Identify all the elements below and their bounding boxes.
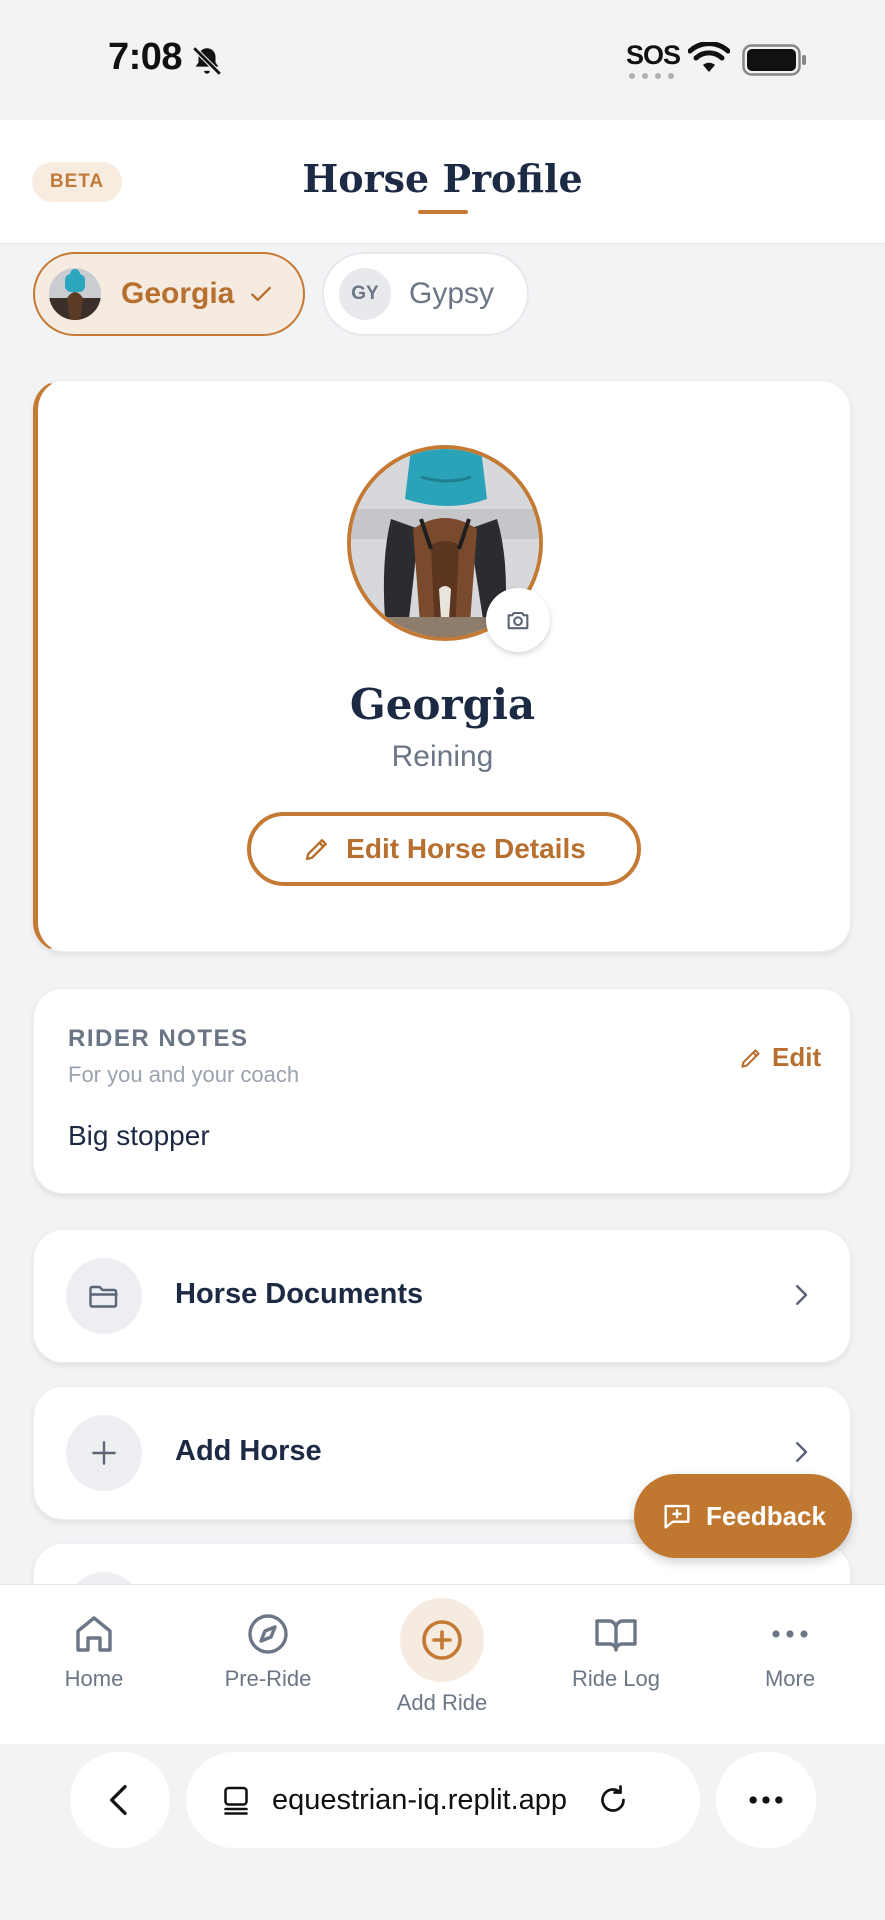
rider-notes-title: RIDER NOTES (68, 1025, 249, 1052)
nav-pre-ride-label: Pre-Ride (224, 1666, 312, 1691)
horse-chip-georgia[interactable]: Georgia (33, 252, 305, 336)
edit-horse-details-button[interactable]: Edit Horse Details (247, 812, 641, 886)
browser-back-button[interactable] (70, 1752, 170, 1848)
horse-documents-row[interactable]: Horse Documents (33, 1229, 851, 1363)
horse-documents-label: Horse Documents (175, 1278, 424, 1310)
add-circle-icon (422, 1620, 462, 1660)
nav-add-ride[interactable]: Add Ride (372, 1598, 512, 1716)
title-underline (418, 210, 468, 214)
nav-more[interactable]: More (720, 1610, 860, 1692)
pencil-icon (741, 1048, 760, 1068)
edit-notes-label: Edit (772, 1042, 822, 1072)
signal-dots-icon (629, 73, 674, 79)
nav-home-label: Home (64, 1666, 124, 1691)
rider-notes-text: Big stopper (68, 1120, 210, 1151)
battery-icon (742, 44, 806, 76)
tab-overview-icon (224, 1786, 248, 1815)
add-ride-circle (400, 1598, 484, 1682)
edit-notes-button[interactable]: Edit (738, 1042, 821, 1073)
folder-icon (66, 1258, 142, 1334)
address-bar[interactable]: equestrian-iq.replit.app (186, 1752, 700, 1848)
chevron-right-icon (796, 1285, 808, 1305)
plus-icon (66, 1415, 142, 1491)
status-time: 7:08 (108, 36, 183, 78)
silent-bell-icon (192, 46, 222, 76)
rider-notes-subtitle: For you and your coach (68, 1062, 300, 1087)
browser-menu-button[interactable] (716, 1752, 816, 1848)
url-text: equestrian-iq.replit.app (272, 1783, 568, 1816)
reload-icon[interactable] (595, 1782, 631, 1818)
feedback-icon (664, 1504, 690, 1529)
feedback-button[interactable]: Feedback (634, 1474, 852, 1558)
status-carrier: SOS (626, 40, 681, 70)
feedback-label: Feedback (706, 1500, 826, 1531)
horse-chip-label: Georgia (121, 277, 235, 310)
horse-avatar (49, 268, 101, 320)
horse-discipline: Reining (391, 740, 494, 773)
home-icon (76, 1616, 112, 1652)
compass-icon (248, 1614, 288, 1654)
page-title: Horse Profile (302, 156, 583, 201)
more-icon (749, 1796, 783, 1804)
add-horse-label: Add Horse (175, 1435, 322, 1467)
change-photo-button[interactable] (486, 588, 550, 652)
wifi-icon (688, 42, 730, 72)
nav-home[interactable]: Home (24, 1610, 164, 1692)
nav-ride-log[interactable]: Ride Log (546, 1610, 686, 1692)
more-icon (772, 1630, 808, 1638)
check-icon (251, 286, 272, 302)
pencil-icon (305, 839, 328, 861)
chevron-right-icon (796, 1442, 808, 1462)
horse-initials-avatar: GY (337, 266, 393, 322)
horse-name: Georgia (349, 680, 536, 729)
horse-chip-label: Gypsy (409, 277, 495, 310)
nav-add-ride-label: Add Ride (396, 1690, 488, 1715)
chevron-left-icon (110, 1785, 127, 1815)
nav-more-label: More (764, 1666, 816, 1691)
book-icon (595, 1619, 637, 1652)
nav-pre-ride[interactable]: Pre-Ride (198, 1610, 338, 1692)
nav-ride-log-label: Ride Log (571, 1666, 661, 1691)
horse-chip-gypsy[interactable]: GY Gypsy (322, 252, 529, 336)
edit-horse-details-label: Edit Horse Details (346, 833, 586, 864)
rider-notes-card (33, 988, 851, 1194)
camera-icon (507, 611, 529, 630)
